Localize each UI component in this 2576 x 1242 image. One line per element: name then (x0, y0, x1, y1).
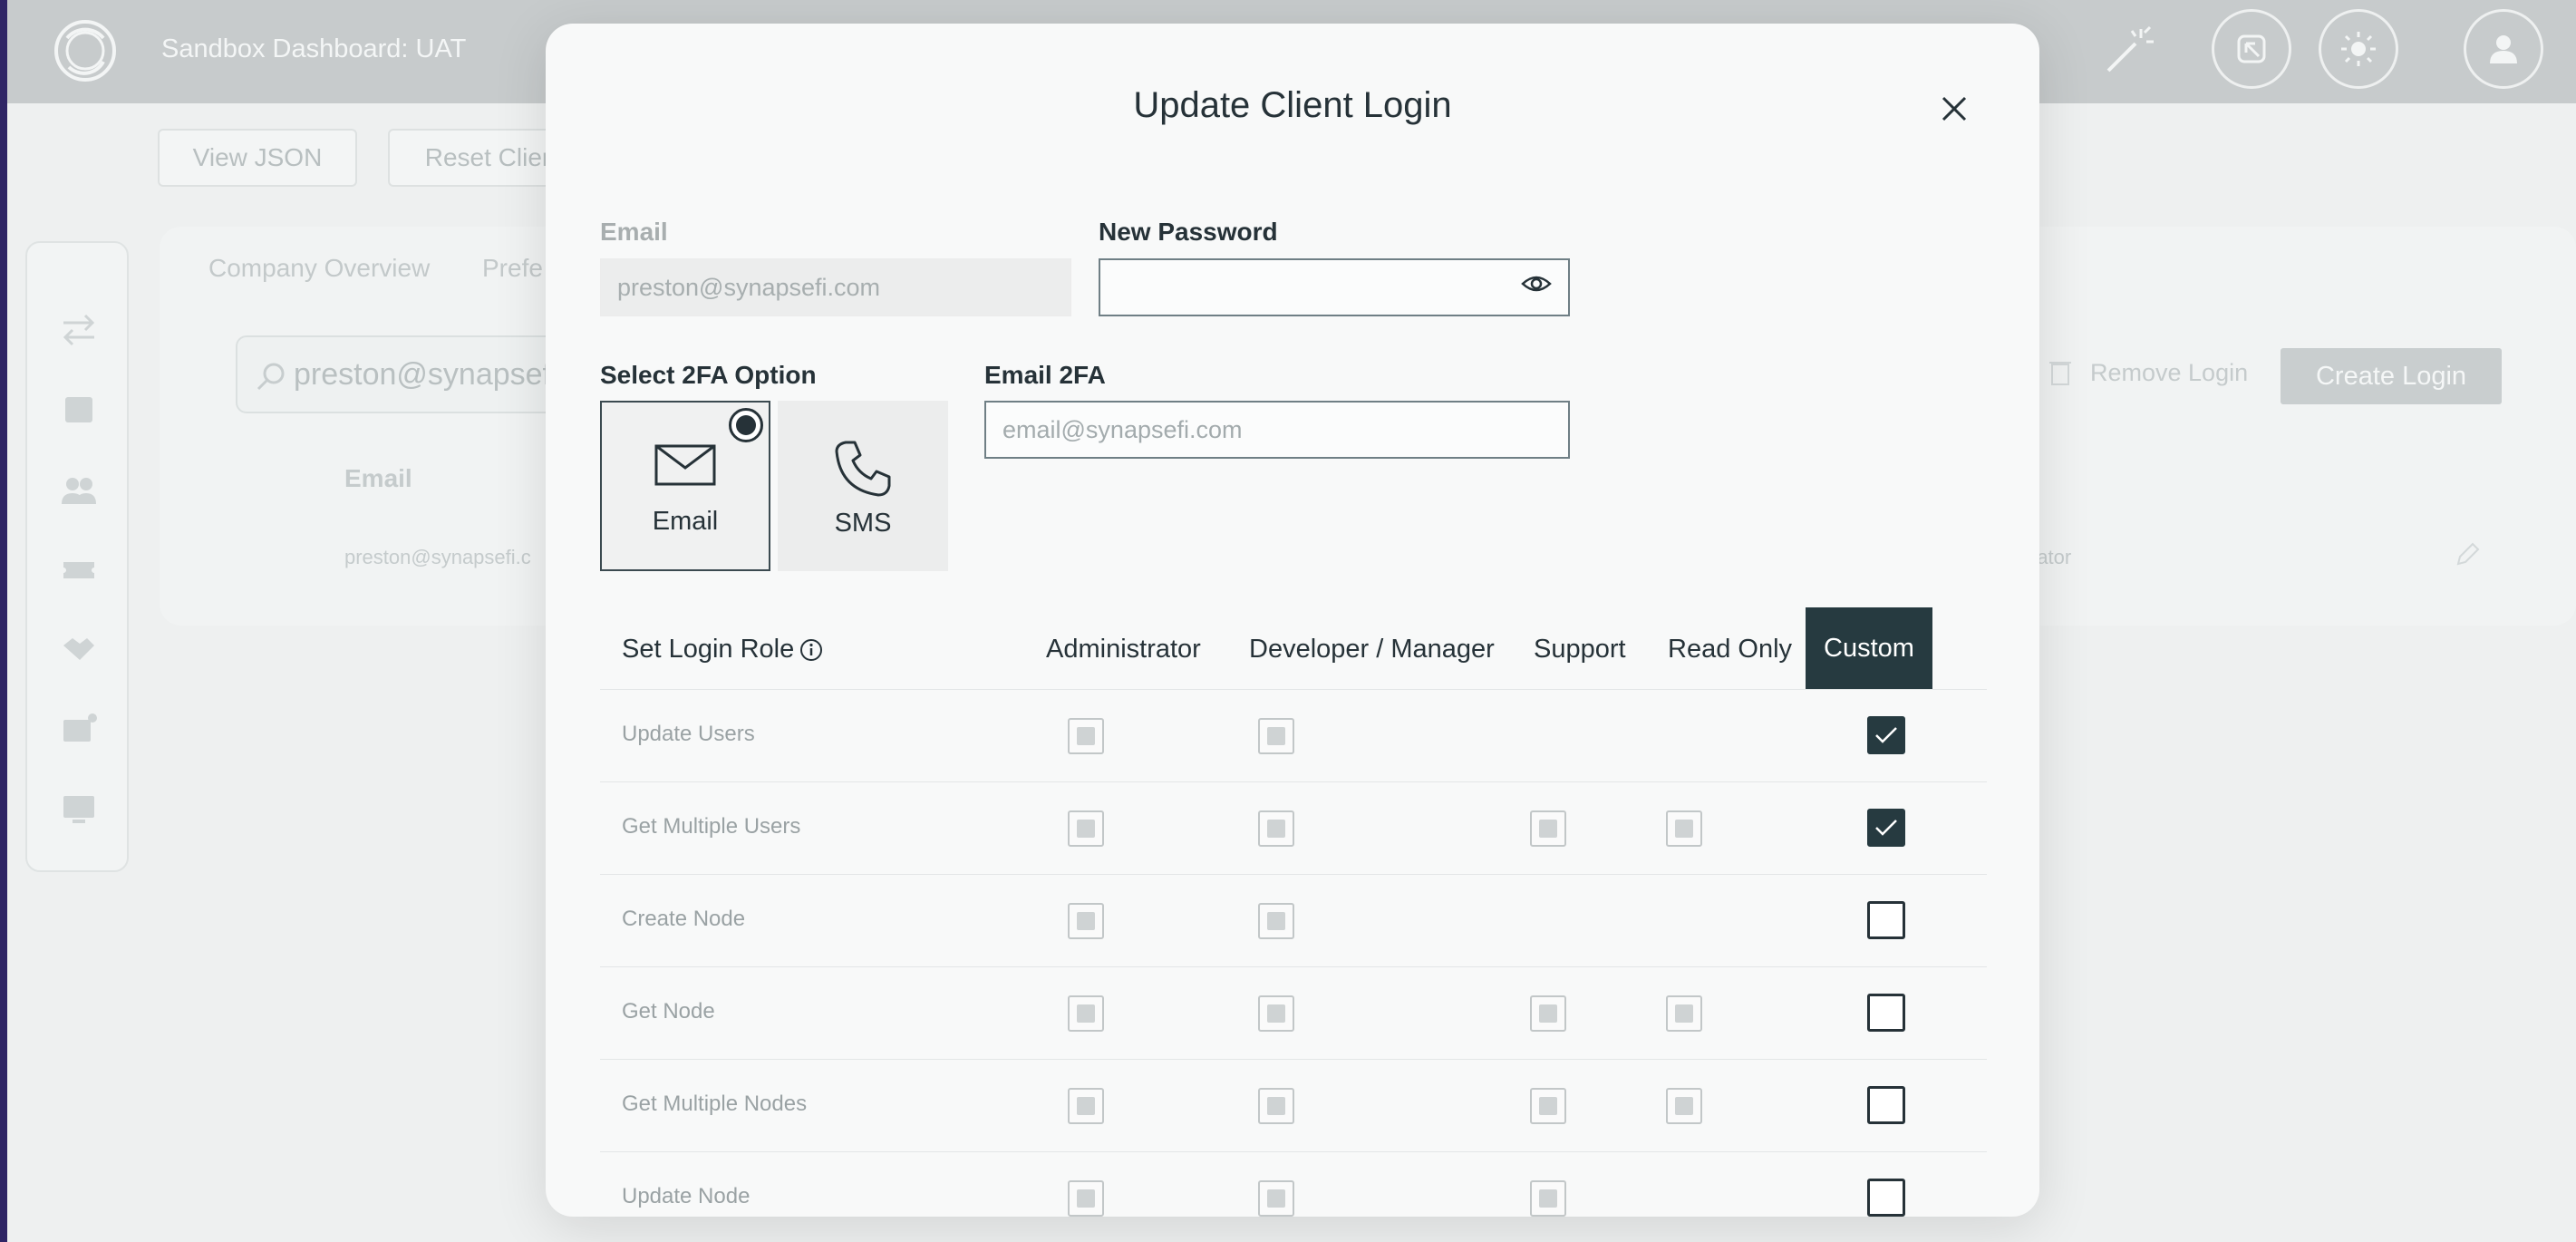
ticket-icon[interactable] (60, 551, 98, 587)
tab-preferences[interactable]: Prefe (482, 254, 543, 283)
search-icon (257, 363, 285, 391)
role-default-checkbox-support (1530, 995, 1566, 1032)
twofa-option-sms-label: SMS (834, 509, 892, 538)
permission-row: Update Users (600, 689, 1987, 781)
search-input[interactable]: preston@synapsefi.c (236, 335, 582, 413)
users-icon[interactable] (60, 471, 98, 508)
permission-row: Get Multiple Nodes (600, 1059, 1987, 1151)
permission-name: Get Node (622, 999, 715, 1024)
edit-icon[interactable] (2455, 540, 2482, 568)
app-title: Sandbox Dashboard: UAT (161, 34, 467, 63)
permission-name: Create Node (622, 907, 746, 931)
eye-icon[interactable] (1521, 272, 1552, 296)
role-default-checkbox-read-only (1666, 995, 1702, 1032)
set-login-role-label: Set Login Role (622, 635, 823, 665)
window-edge (0, 0, 7, 1242)
role-default-checkbox-admin (1068, 995, 1104, 1032)
email-label: Email (600, 218, 668, 246)
inbox-icon[interactable] (60, 392, 98, 428)
twofa-option-sms[interactable]: SMS (778, 401, 948, 571)
twofa-label: Select 2FA Option (600, 361, 817, 389)
permission-name: Update Node (622, 1184, 751, 1208)
tab-company-overview[interactable]: Company Overview (208, 254, 430, 283)
role-default-checkbox-dev (1258, 810, 1294, 847)
role-header: Set Login Role Administrator Developer /… (600, 607, 1987, 689)
role-default-checkbox-dev (1258, 903, 1294, 939)
export-button[interactable] (2212, 9, 2291, 89)
custom-permission-checkbox[interactable] (1867, 809, 1905, 847)
permission-row: Create Node (600, 874, 1987, 966)
email-field (600, 258, 1071, 316)
modal-title: Update Client Login (1133, 85, 1452, 125)
mail-notification-icon[interactable] (60, 711, 98, 747)
permission-name: Get Multiple Nodes (622, 1092, 808, 1116)
new-password-label: New Password (1099, 218, 1278, 246)
role-default-checkbox-support (1530, 810, 1566, 847)
custom-permission-checkbox[interactable] (1867, 994, 1905, 1032)
envelope-icon (654, 444, 716, 486)
trash-icon[interactable] (2048, 357, 2072, 386)
handshake-icon[interactable] (60, 631, 98, 667)
email2fa-field[interactable] (984, 401, 1570, 459)
user-menu-button[interactable] (2464, 9, 2543, 89)
close-icon[interactable] (1936, 91, 1972, 127)
info-icon[interactable] (799, 638, 823, 662)
magic-wand-icon[interactable] (2101, 24, 2155, 78)
custom-permission-checkbox[interactable] (1867, 1179, 1905, 1217)
create-login-button[interactable]: Create Login (2281, 348, 2502, 404)
custom-permission-checkbox[interactable] (1867, 901, 1905, 939)
role-default-checkbox-dev (1258, 1180, 1294, 1217)
email2fa-label: Email 2FA (984, 361, 1106, 389)
role-default-checkbox-admin (1068, 903, 1104, 939)
sun-icon (2341, 32, 2376, 66)
view-json-button[interactable]: View JSON (158, 129, 357, 187)
checkmark-icon (1875, 727, 1897, 743)
export-icon (2237, 34, 2266, 63)
role-developer-manager[interactable]: Developer / Manager (1249, 635, 1495, 665)
custom-permission-checkbox[interactable] (1867, 1086, 1905, 1124)
role-default-checkbox-support (1530, 1180, 1566, 1217)
set-login-role-text: Set Login Role (622, 635, 795, 664)
role-default-checkbox-admin (1068, 810, 1104, 847)
role-read-only[interactable]: Read Only (1668, 635, 1792, 665)
role-custom[interactable]: Custom (1806, 607, 1932, 689)
permission-name: Get Multiple Users (622, 814, 801, 839)
checkmark-icon (1875, 820, 1897, 836)
search-value: preston@synapsefi.c (294, 356, 583, 392)
role-default-checkbox-admin (1068, 718, 1104, 754)
monitor-icon[interactable] (60, 791, 98, 827)
logo-icon[interactable] (51, 16, 120, 85)
role-default-checkbox-read-only (1666, 1088, 1702, 1124)
permission-row: Get Multiple Users (600, 781, 1987, 874)
role-default-checkbox-dev (1258, 995, 1294, 1032)
role-default-checkbox-admin (1068, 1088, 1104, 1124)
role-default-checkbox-read-only (1666, 810, 1702, 847)
radio-selected-icon (729, 408, 763, 442)
twofa-option-email-label: Email (652, 507, 719, 536)
role-administrator[interactable]: Administrator (1046, 635, 1201, 665)
custom-permission-checkbox[interactable] (1867, 716, 1905, 754)
theme-toggle-button[interactable] (2319, 9, 2398, 89)
permission-row: Update Node (600, 1151, 1987, 1217)
phone-icon (835, 441, 891, 497)
table-header-email: Email (344, 464, 412, 492)
user-icon (2490, 35, 2517, 63)
role-support[interactable]: Support (1534, 635, 1626, 665)
side-nav (25, 241, 129, 872)
table-row-email: preston@synapsefi.c (344, 546, 531, 568)
transfer-icon[interactable] (60, 312, 98, 348)
permission-name: Update Users (622, 722, 755, 746)
permission-row: Get Node (600, 966, 1987, 1059)
role-default-checkbox-support (1530, 1088, 1566, 1124)
update-client-login-modal: Update Client Login Email New Password S… (546, 24, 2039, 1217)
role-default-checkbox-admin (1068, 1180, 1104, 1217)
twofa-option-email[interactable]: Email (600, 401, 770, 571)
new-password-field[interactable] (1099, 258, 1570, 316)
remove-login-button[interactable]: Remove Login (2090, 359, 2248, 387)
role-default-checkbox-dev (1258, 718, 1294, 754)
role-default-checkbox-dev (1258, 1088, 1294, 1124)
